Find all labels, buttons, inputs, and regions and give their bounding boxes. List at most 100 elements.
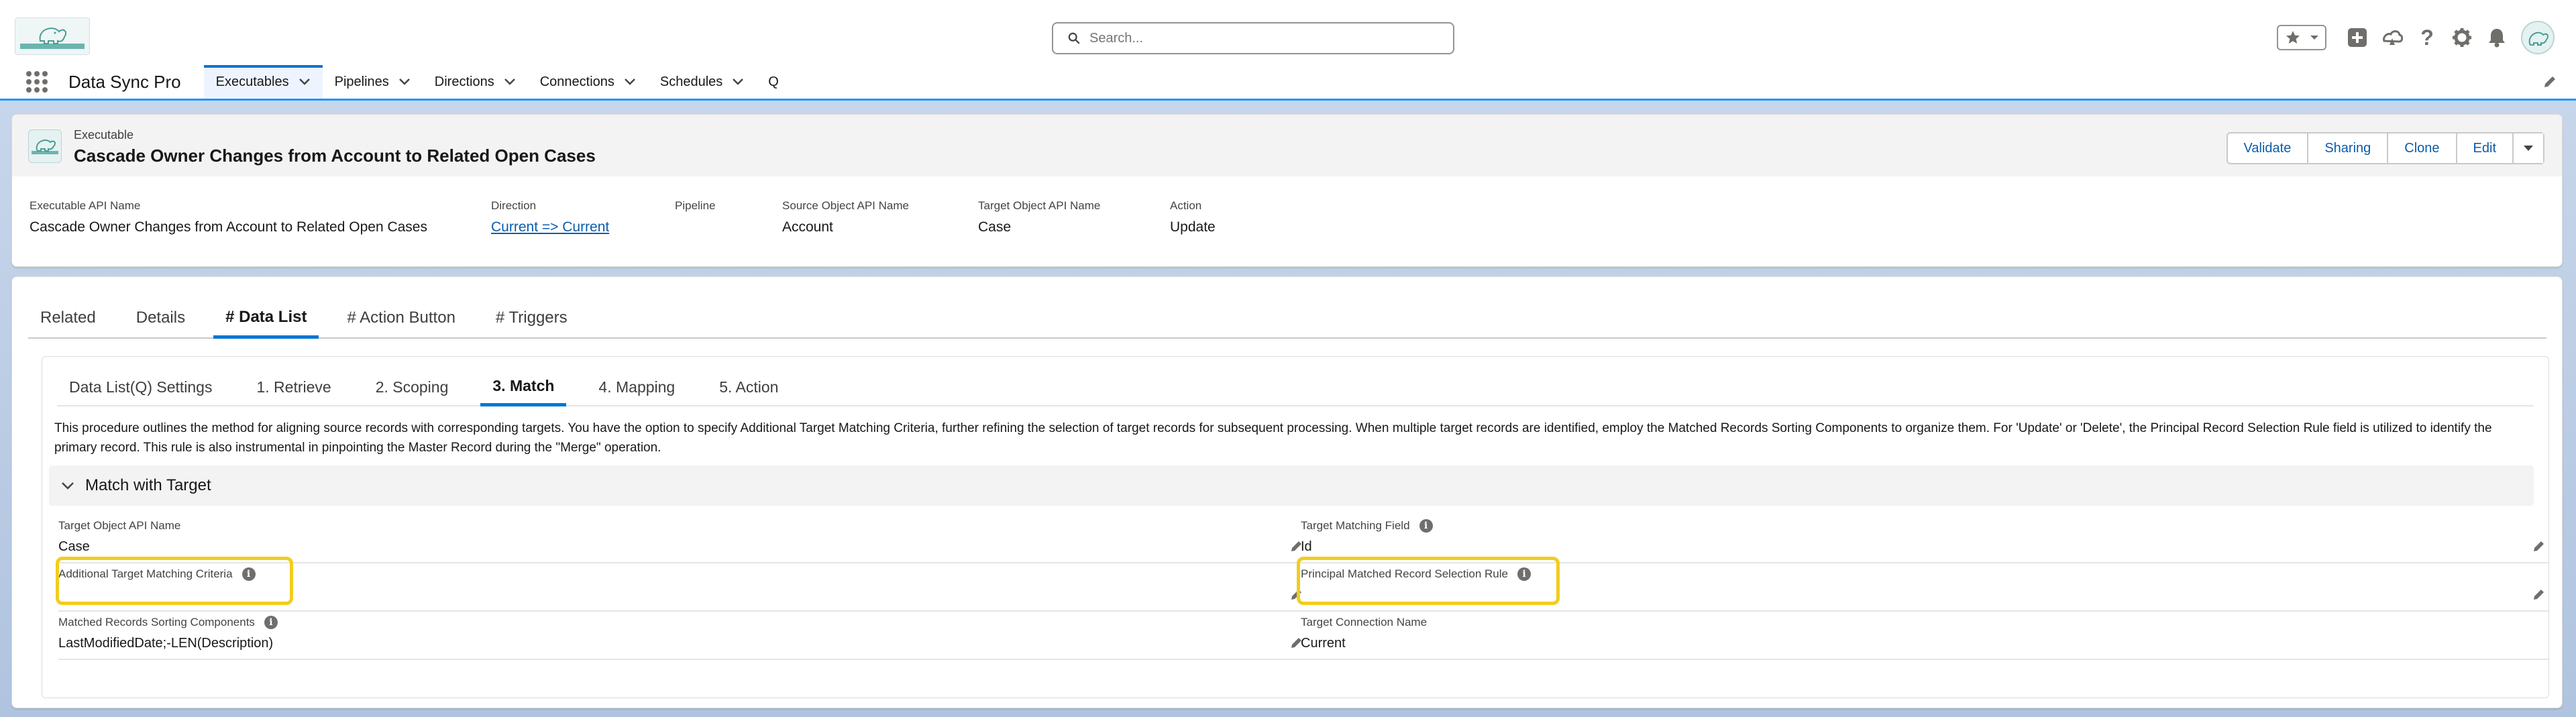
more-actions-button[interactable] — [2514, 133, 2543, 163]
user-avatar[interactable] — [2521, 21, 2555, 54]
highlight-value: Account — [782, 219, 833, 235]
chevron-down-icon[interactable] — [504, 78, 516, 86]
nav-tab-label: Q — [768, 74, 779, 89]
subtab-match[interactable]: 3. Match — [480, 369, 567, 406]
setup-gear-icon[interactable] — [2451, 27, 2473, 48]
field-value: Id — [1301, 539, 1312, 554]
nav-tab-label: Connections — [539, 74, 614, 89]
highlight-executable-api-name: Executable API Name Cascade Owner Change… — [30, 199, 427, 235]
validate-button[interactable]: Validate — [2227, 133, 2309, 163]
field-value: Current — [1301, 636, 1346, 651]
highlight-pipeline: Pipeline — [675, 199, 716, 219]
nav-tab-label: Executables — [215, 74, 289, 89]
nav-tab-q[interactable]: Q — [756, 65, 791, 99]
help-icon[interactable]: ? — [2416, 25, 2438, 50]
chevron-down-icon[interactable] — [624, 78, 636, 86]
info-icon[interactable]: i — [264, 616, 278, 629]
highlight-label: Pipeline — [675, 199, 716, 212]
clone-button[interactable]: Clone — [2388, 133, 2457, 163]
highlight-value: Update — [1170, 219, 1216, 235]
field-label: Target Matching Field i — [1301, 519, 1433, 533]
app-navigation-bar: Data Sync Pro Executables Pipelines Dire… — [0, 65, 2576, 101]
field-label: Target Connection Name — [1301, 616, 1428, 628]
field-label: Target Object API Name — [58, 519, 181, 532]
chevron-down-icon — [2524, 146, 2533, 151]
field-value: Case — [58, 539, 90, 554]
utility-icons: ? — [2277, 20, 2555, 55]
chevron-down-icon — [62, 482, 74, 490]
highlight-target-object: Target Object API Name Case — [978, 199, 1100, 235]
section-title: Match with Target — [85, 476, 211, 494]
data-list-subtabs: Data List(Q) Settings 1. Retrieve 2. Sco… — [57, 369, 2534, 406]
edit-pencil-icon[interactable] — [2532, 539, 2546, 553]
chevron-down-icon[interactable] — [299, 78, 311, 86]
highlight-label: Target Object API Name — [978, 199, 1101, 212]
tab-details[interactable]: Details — [124, 298, 197, 337]
subtab-retrieve[interactable]: 1. Retrieve — [244, 369, 343, 405]
favorites-star-icon[interactable] — [2282, 27, 2304, 48]
tab-action-button[interactable]: # Action Button — [335, 298, 467, 337]
highlight-value: Cascade Owner Changes from Account to Re… — [30, 219, 427, 235]
chevron-down-icon[interactable] — [398, 78, 411, 86]
subtab-scoping[interactable]: 2. Scoping — [364, 369, 461, 405]
highlight-action: Action Update — [1170, 199, 1216, 235]
favorites-menu-chevron-icon[interactable] — [2308, 27, 2321, 48]
match-description: This procedure outlines the method for a… — [54, 421, 2492, 455]
subtab-action[interactable]: 5. Action — [707, 369, 790, 405]
edit-button[interactable]: Edit — [2457, 133, 2514, 163]
highlight-source-object: Source Object API Name Account — [782, 199, 909, 235]
chevron-down-icon[interactable] — [732, 78, 744, 86]
record-type-label: Executable — [74, 128, 134, 142]
nav-tab-executables[interactable]: Executables — [203, 65, 323, 99]
highlight-label: Direction — [491, 199, 537, 212]
section-match-with-target[interactable]: Match with Target — [49, 465, 2534, 506]
direction-link[interactable]: Current => Current — [491, 219, 609, 235]
elephant-avatar-icon — [2528, 32, 2549, 46]
nav-tab-label: Pipelines — [334, 74, 389, 89]
subtab-mapping[interactable]: 4. Mapping — [586, 369, 687, 405]
notifications-bell-icon[interactable] — [2486, 27, 2508, 48]
field-target-connection-name: Target Connection Name Current — [1301, 612, 2548, 660]
data-list-panel: Data List(Q) Settings 1. Retrieve 2. Sco… — [42, 356, 2549, 698]
elephant-logo-icon — [20, 27, 85, 49]
record-header: Executable Cascade Owner Changes from Ac… — [11, 114, 2563, 267]
tab-related[interactable]: Related — [28, 298, 108, 337]
global-header: ? — [0, 0, 2576, 65]
nav-tab-directions[interactable]: Directions — [423, 65, 528, 99]
search-icon — [1068, 32, 1080, 44]
info-icon[interactable]: i — [1419, 519, 1433, 533]
app-launcher-waffle-icon[interactable] — [25, 65, 66, 99]
record-type-elephant-icon — [28, 129, 62, 163]
global-actions-add-icon[interactable] — [2347, 27, 2368, 48]
org-logo[interactable] — [15, 17, 90, 55]
edit-pencil-icon[interactable] — [2532, 588, 2546, 601]
record-detail-card: Related Details # Data List # Action But… — [11, 276, 2563, 708]
global-search[interactable] — [1052, 22, 1454, 54]
tab-triggers[interactable]: # Triggers — [484, 298, 580, 337]
edit-nav-pencil-icon[interactable] — [2542, 74, 2557, 93]
highlight-box-additional-criteria — [56, 557, 293, 605]
sharing-button[interactable]: Sharing — [2308, 133, 2389, 163]
nav-tab-pipelines[interactable]: Pipelines — [323, 65, 423, 99]
record-action-buttons: Validate Sharing Clone Edit — [2226, 132, 2544, 164]
record-title: Cascade Owner Changes from Account to Re… — [74, 146, 596, 166]
field-matched-records-sorting-components: Matched Records Sorting Components i Las… — [58, 612, 1306, 660]
highlight-label: Source Object API Name — [782, 199, 909, 212]
field-value: LastModifiedDate;-LEN(Description) — [58, 636, 274, 651]
nav-tab-schedules[interactable]: Schedules — [648, 65, 756, 99]
favorites-group — [2277, 25, 2326, 50]
search-input[interactable] — [1089, 30, 1425, 46]
highlight-label: Executable API Name — [30, 199, 141, 212]
tab-data-list[interactable]: # Data List — [213, 298, 319, 339]
highlight-value: Case — [978, 219, 1012, 235]
app-name: Data Sync Pro — [68, 71, 181, 92]
trailhead-guidance-icon[interactable] — [2381, 27, 2403, 48]
nav-tab-label: Directions — [434, 74, 494, 89]
field-label: Matched Records Sorting Components i — [58, 616, 278, 629]
highlight-label: Action — [1170, 199, 1202, 212]
record-tabs: Related Details # Data List # Action But… — [28, 298, 2546, 339]
nav-tab-label: Schedules — [659, 74, 723, 89]
subtab-settings[interactable]: Data List(Q) Settings — [57, 369, 224, 405]
nav-tab-connections[interactable]: Connections — [528, 65, 648, 99]
highlight-direction: Direction Current => Current — [491, 199, 609, 235]
